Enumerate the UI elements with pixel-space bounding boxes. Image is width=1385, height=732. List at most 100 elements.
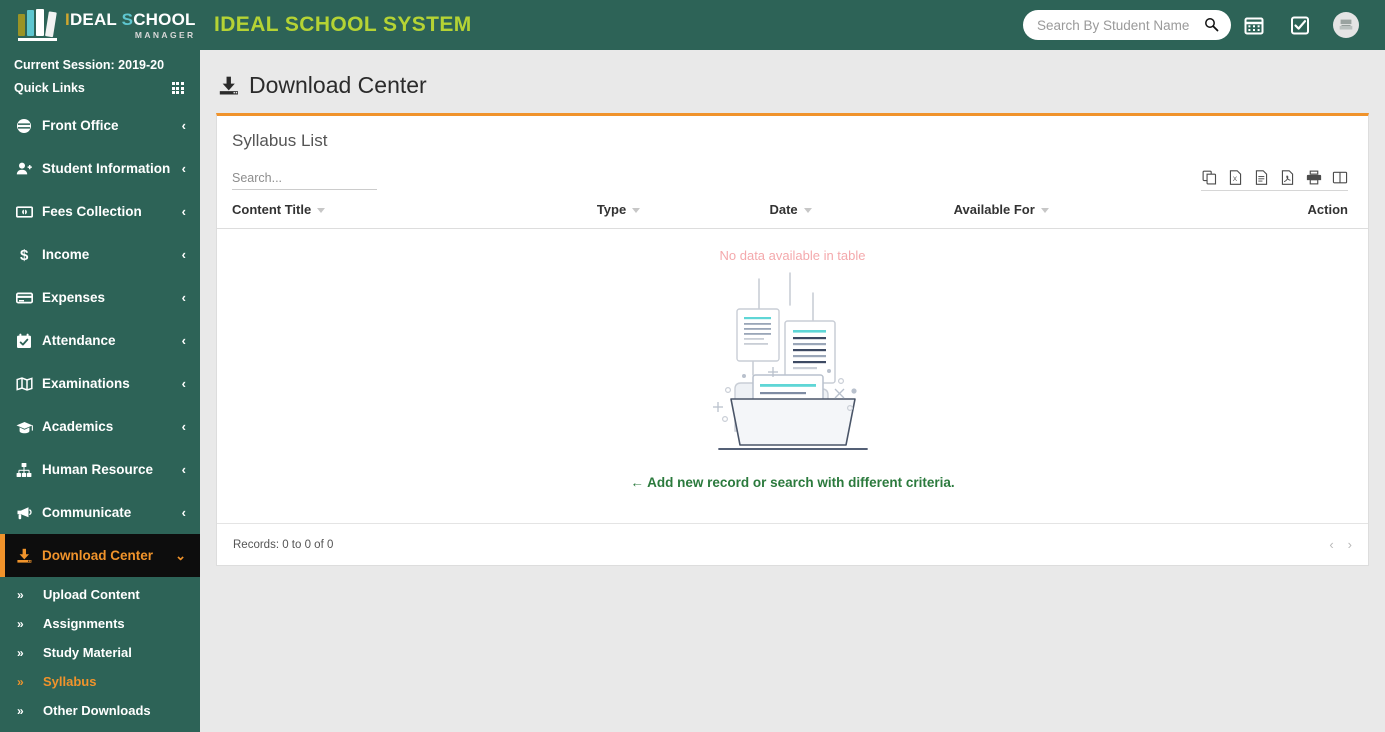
human-resource-icon <box>16 462 38 478</box>
sort-caret-icon[interactable] <box>632 208 641 214</box>
avatar-icon <box>1339 19 1353 30</box>
sidebar-label: Fees Collection <box>42 204 142 219</box>
sidebar-subitem-upload-content[interactable]: » Upload Content <box>0 580 200 609</box>
chevron-left-icon: ‹ <box>181 462 186 477</box>
search-icon[interactable] <box>1204 17 1219 32</box>
double-chevron-icon: » <box>17 587 24 602</box>
empty-state-illustration <box>217 271 1368 461</box>
column-header-content-title[interactable]: Content Title <box>217 202 597 229</box>
sidebar-item-examinations[interactable]: Examinations ‹ <box>0 362 200 405</box>
sidebar-subitem-study-material[interactable]: » Study Material <box>0 638 200 667</box>
download-center-submenu: » Upload Content » Assignments » Study M… <box>0 577 200 725</box>
calendar-button[interactable] <box>1231 0 1277 50</box>
current-session-label: Current Session: 2019-20 <box>14 58 165 72</box>
sidebar-label: Examinations <box>42 376 130 391</box>
chevron-left-icon: ‹ <box>181 290 186 305</box>
sidebar-item-front-office[interactable]: Front Office ‹ <box>0 104 200 147</box>
pagination-previous[interactable]: ‹ <box>1329 537 1333 552</box>
sidebar-label: Expenses <box>42 290 106 305</box>
sidebar-subitem-syllabus[interactable]: » Syllabus <box>0 667 200 696</box>
sidebar-label: Student Information <box>42 161 171 176</box>
sidebar-subitem-assignments[interactable]: » Assignments <box>0 609 200 638</box>
student-search-box[interactable] <box>1023 10 1231 40</box>
checkbox-icon <box>1291 16 1309 35</box>
table-toolbar: X <box>217 151 1368 191</box>
submenu-label: Study Material <box>43 645 132 660</box>
column-header-action: Action <box>1206 202 1368 229</box>
communicate-icon <box>16 505 38 521</box>
sidebar-item-human-resource[interactable]: Human Resource ‹ <box>0 448 200 491</box>
chevron-left-icon: ‹ <box>181 161 186 176</box>
csv-icon[interactable] <box>1253 169 1270 186</box>
main-content: Download Center Syllabus List X <box>200 50 1385 732</box>
pdf-icon[interactable] <box>1279 169 1296 186</box>
user-menu-button[interactable] <box>1323 0 1369 50</box>
sidebar-nav: Front Office ‹ Student Information ‹ Fee… <box>0 104 200 725</box>
submenu-label: Syllabus <box>43 674 97 689</box>
attendance-icon <box>16 333 38 349</box>
student-information-icon <box>16 161 38 177</box>
brand-word-chool: CHOOL <box>133 10 196 30</box>
avatar <box>1333 12 1359 38</box>
sidebar-item-student-information[interactable]: Student Information ‹ <box>0 147 200 190</box>
brand-logo[interactable]: IDEAL SCHOOL MANAGER <box>0 0 200 50</box>
chevron-left-icon: ‹ <box>181 204 186 219</box>
sort-caret-icon[interactable] <box>1040 208 1049 214</box>
pagination-next[interactable]: › <box>1348 537 1352 552</box>
sidebar-item-academics[interactable]: Academics ‹ <box>0 405 200 448</box>
sidebar-item-communicate[interactable]: Communicate ‹ <box>0 491 200 534</box>
income-icon: $ <box>16 247 38 263</box>
header-actions <box>1023 0 1385 50</box>
brand-text: IDEAL SCHOOL MANAGER <box>65 10 196 40</box>
submenu-label: Assignments <box>43 616 125 631</box>
table-header-row: Content Title Type Date Available For Ac… <box>217 202 1368 229</box>
syllabus-list-panel: Syllabus List X <box>216 113 1369 566</box>
academics-icon <box>16 419 38 435</box>
double-chevron-icon: » <box>17 616 24 631</box>
columns-icon[interactable] <box>1331 169 1348 186</box>
column-label: Content Title <box>232 202 312 217</box>
sidebar-item-fees-collection[interactable]: Fees Collection ‹ <box>0 190 200 233</box>
print-icon[interactable] <box>1305 169 1322 186</box>
sidebar-item-expenses[interactable]: Expenses ‹ <box>0 276 200 319</box>
fees-collection-icon <box>16 204 38 220</box>
add-new-record-hint[interactable]: ← Add new record or search with differen… <box>217 475 1368 490</box>
sidebar-subitem-other-downloads[interactable]: » Other Downloads <box>0 696 200 725</box>
tasks-button[interactable] <box>1277 0 1323 50</box>
sidebar-item-download-center[interactable]: Download Center ⌄ <box>0 534 200 577</box>
double-chevron-icon: » <box>17 674 24 689</box>
sort-caret-icon[interactable] <box>803 208 812 214</box>
download-icon <box>219 76 238 95</box>
export-buttons: X <box>1201 169 1348 191</box>
double-chevron-icon: » <box>17 645 24 660</box>
sidebar: Current Session: 2019-20 Quick Links Fro… <box>0 50 200 732</box>
quick-links-row[interactable]: Quick Links <box>14 81 200 95</box>
chevron-left-icon: ‹ <box>181 333 186 348</box>
table-search-input[interactable] <box>232 169 377 190</box>
syllabus-table: Content Title Type Date Available For Ac… <box>217 202 1368 229</box>
column-header-type[interactable]: Type <box>596 202 770 229</box>
front-office-icon <box>16 118 38 134</box>
double-chevron-icon: » <box>17 703 24 718</box>
brand-subtitle: MANAGER <box>134 30 196 41</box>
sort-caret-icon[interactable] <box>317 208 326 214</box>
copy-icon[interactable] <box>1201 169 1218 186</box>
add-new-record-text: Add new record or search with different … <box>647 475 955 490</box>
pagination: ‹ › <box>1329 537 1352 552</box>
grid-icon[interactable] <box>171 81 184 95</box>
svg-text:$: $ <box>20 247 29 263</box>
page-title: Download Center <box>218 72 1369 99</box>
sidebar-item-income[interactable]: $ Income ‹ <box>0 233 200 276</box>
empty-table-message: No data available in table <box>719 248 866 263</box>
chevron-left-icon: ‹ <box>181 376 186 391</box>
svg-text:X: X <box>1233 176 1238 183</box>
column-header-available-for[interactable]: Available For <box>953 202 1207 229</box>
sidebar-item-attendance[interactable]: Attendance ‹ <box>0 319 200 362</box>
excel-icon[interactable]: X <box>1227 169 1244 186</box>
arrow-left-icon: ← <box>630 475 644 490</box>
column-label: Available For <box>953 202 1035 217</box>
student-search-input[interactable] <box>1037 17 1207 33</box>
column-header-date[interactable]: Date <box>769 202 954 229</box>
books-logo-icon <box>18 9 58 41</box>
sidebar-label: Income <box>42 247 90 262</box>
